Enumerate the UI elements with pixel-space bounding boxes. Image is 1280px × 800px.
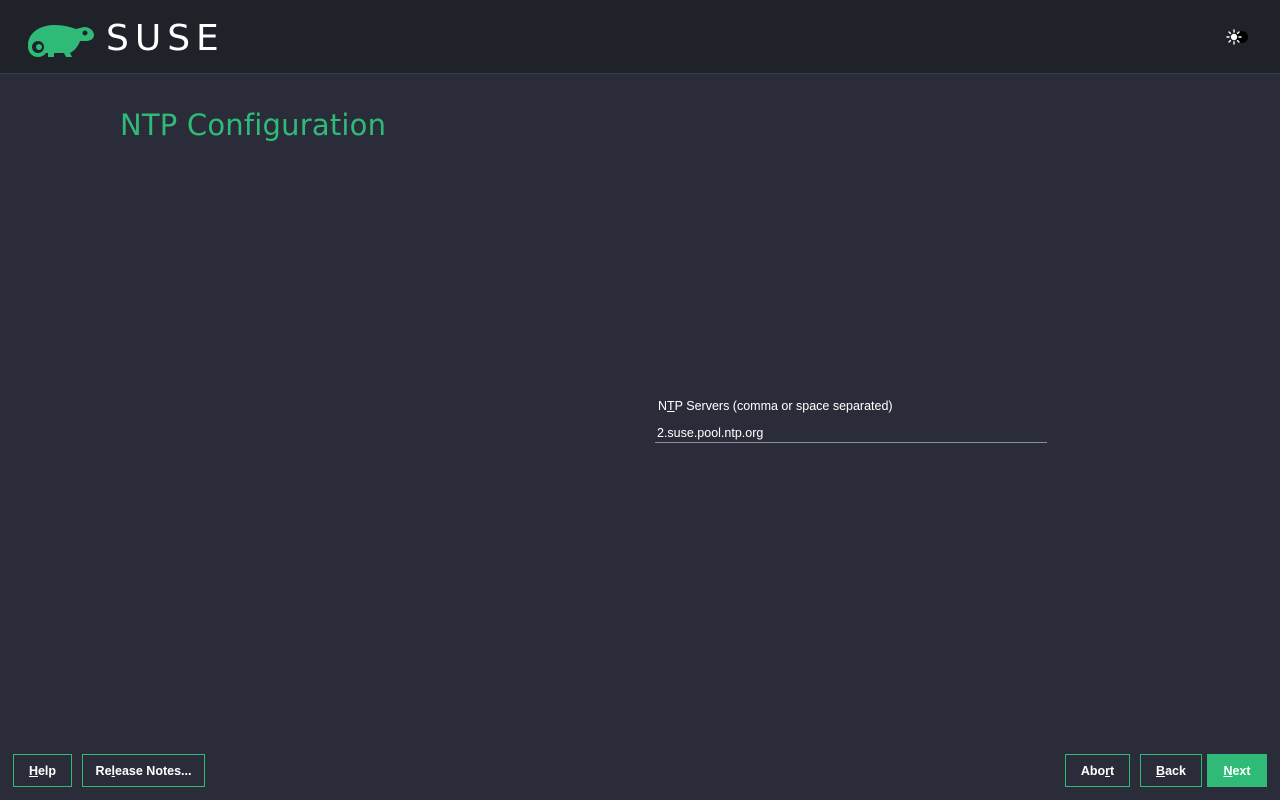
ntp-servers-input[interactable] [655, 423, 1047, 443]
page-title: NTP Configuration [120, 108, 387, 142]
help-button[interactable]: Help [13, 754, 72, 787]
sun-toggle-icon [1226, 29, 1248, 45]
abort-button[interactable]: Abort [1065, 754, 1130, 787]
top-bar: SUSE [0, 0, 1280, 74]
release-notes-button[interactable]: Release Notes... [82, 754, 205, 787]
theme-toggle[interactable] [1224, 27, 1252, 47]
back-button[interactable]: Back [1140, 754, 1202, 787]
ntp-servers-label: NTP Servers (comma or space separated) [658, 399, 893, 413]
next-button[interactable]: Next [1207, 754, 1267, 787]
suse-logo: SUSE [24, 18, 225, 60]
chameleon-icon [28, 25, 94, 57]
ntp-servers-field: NTP Servers (comma or space separated) [655, 397, 1047, 443]
brand-text: SUSE [106, 18, 225, 59]
